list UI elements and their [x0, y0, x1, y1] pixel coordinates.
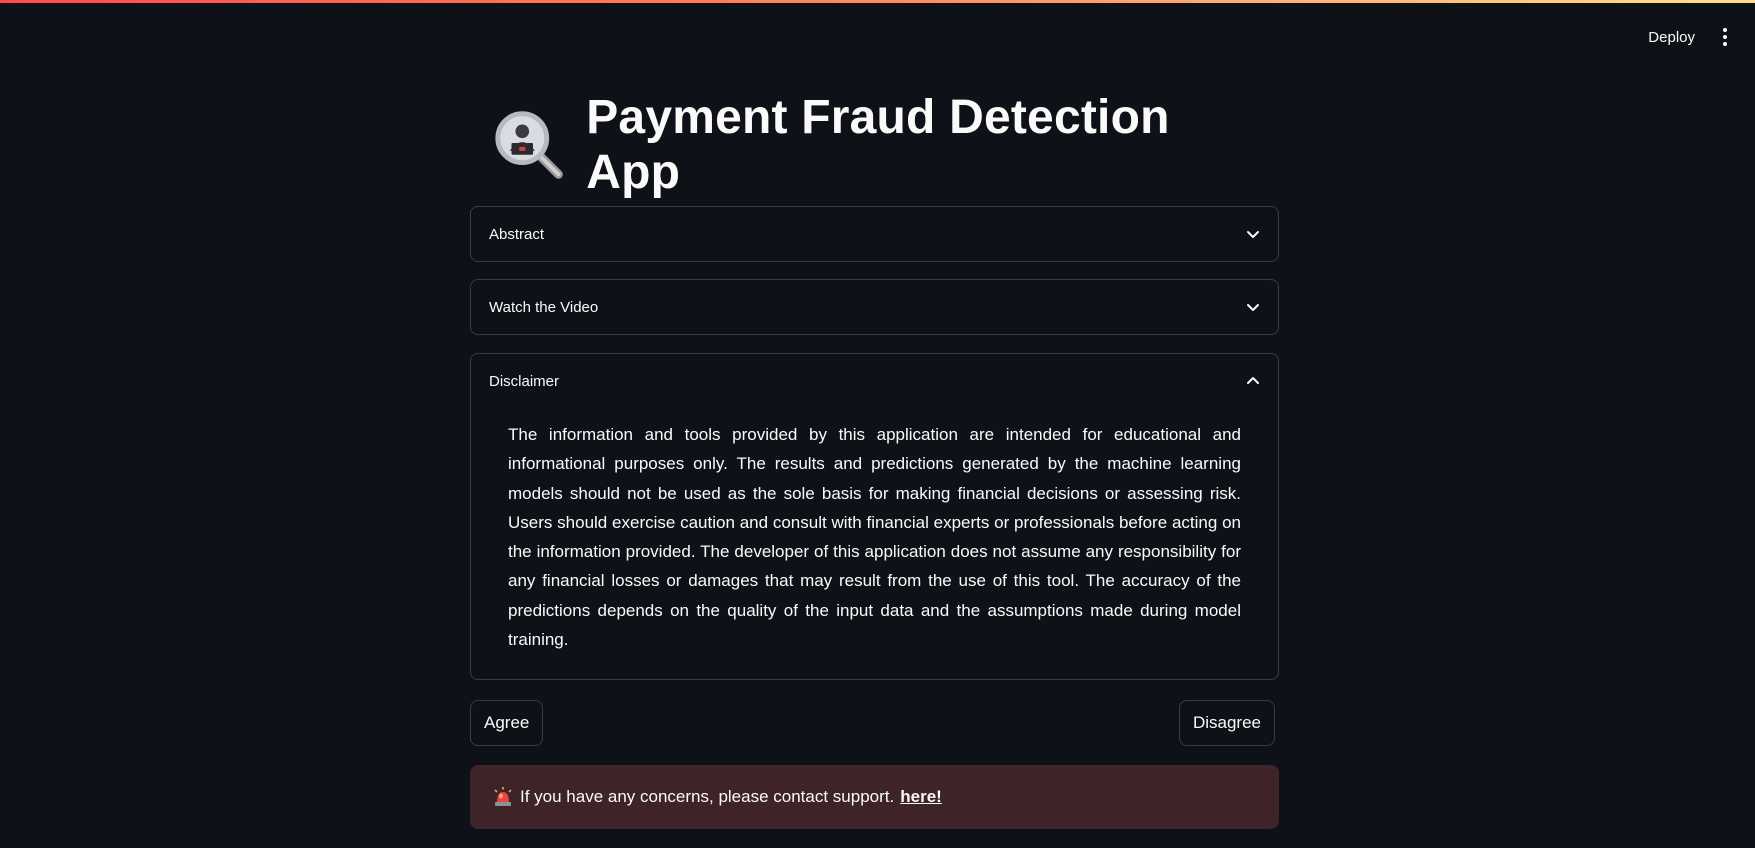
header-actions: Deploy	[1648, 26, 1733, 48]
expander-disclaimer[interactable]: Disclaimer The information and tools pro…	[470, 353, 1279, 680]
alert-text: If you have any concerns, please contact…	[520, 787, 895, 806]
agree-button[interactable]: Agree	[470, 700, 544, 746]
support-link[interactable]: here!	[900, 787, 942, 807]
deploy-button[interactable]: Deploy	[1648, 29, 1695, 46]
expander-label: Abstract	[489, 225, 545, 243]
disclaimer-text: The information and tools provided by th…	[508, 425, 1241, 650]
chevron-down-icon	[1247, 231, 1259, 238]
expander-header[interactable]: Watch the Video	[471, 280, 1278, 334]
title-row: Payment Fraud Detection App	[490, 90, 1260, 200]
disagree-button[interactable]: Disagree	[1178, 700, 1275, 746]
expander-watch-video[interactable]: Watch the Video	[470, 279, 1279, 335]
expander-abstract[interactable]: Abstract	[470, 206, 1279, 262]
more-vertical-icon[interactable]	[1717, 26, 1733, 48]
page-title: Payment Fraud Detection App	[586, 91, 1170, 199]
chevron-down-icon	[1247, 304, 1259, 311]
expander-header[interactable]: Disclaimer	[471, 354, 1278, 408]
expander-label: Disclaimer	[489, 372, 560, 390]
expander-label: Watch the Video	[489, 298, 599, 316]
support-alert: If you have any concerns, please contact…	[470, 765, 1279, 829]
chevron-up-icon	[1247, 377, 1259, 384]
rotating-light-icon	[494, 787, 512, 806]
expander-header[interactable]: Abstract	[471, 207, 1278, 261]
top-decoration-bar	[0, 0, 1755, 3]
magnifier-hacker-icon	[495, 111, 563, 179]
